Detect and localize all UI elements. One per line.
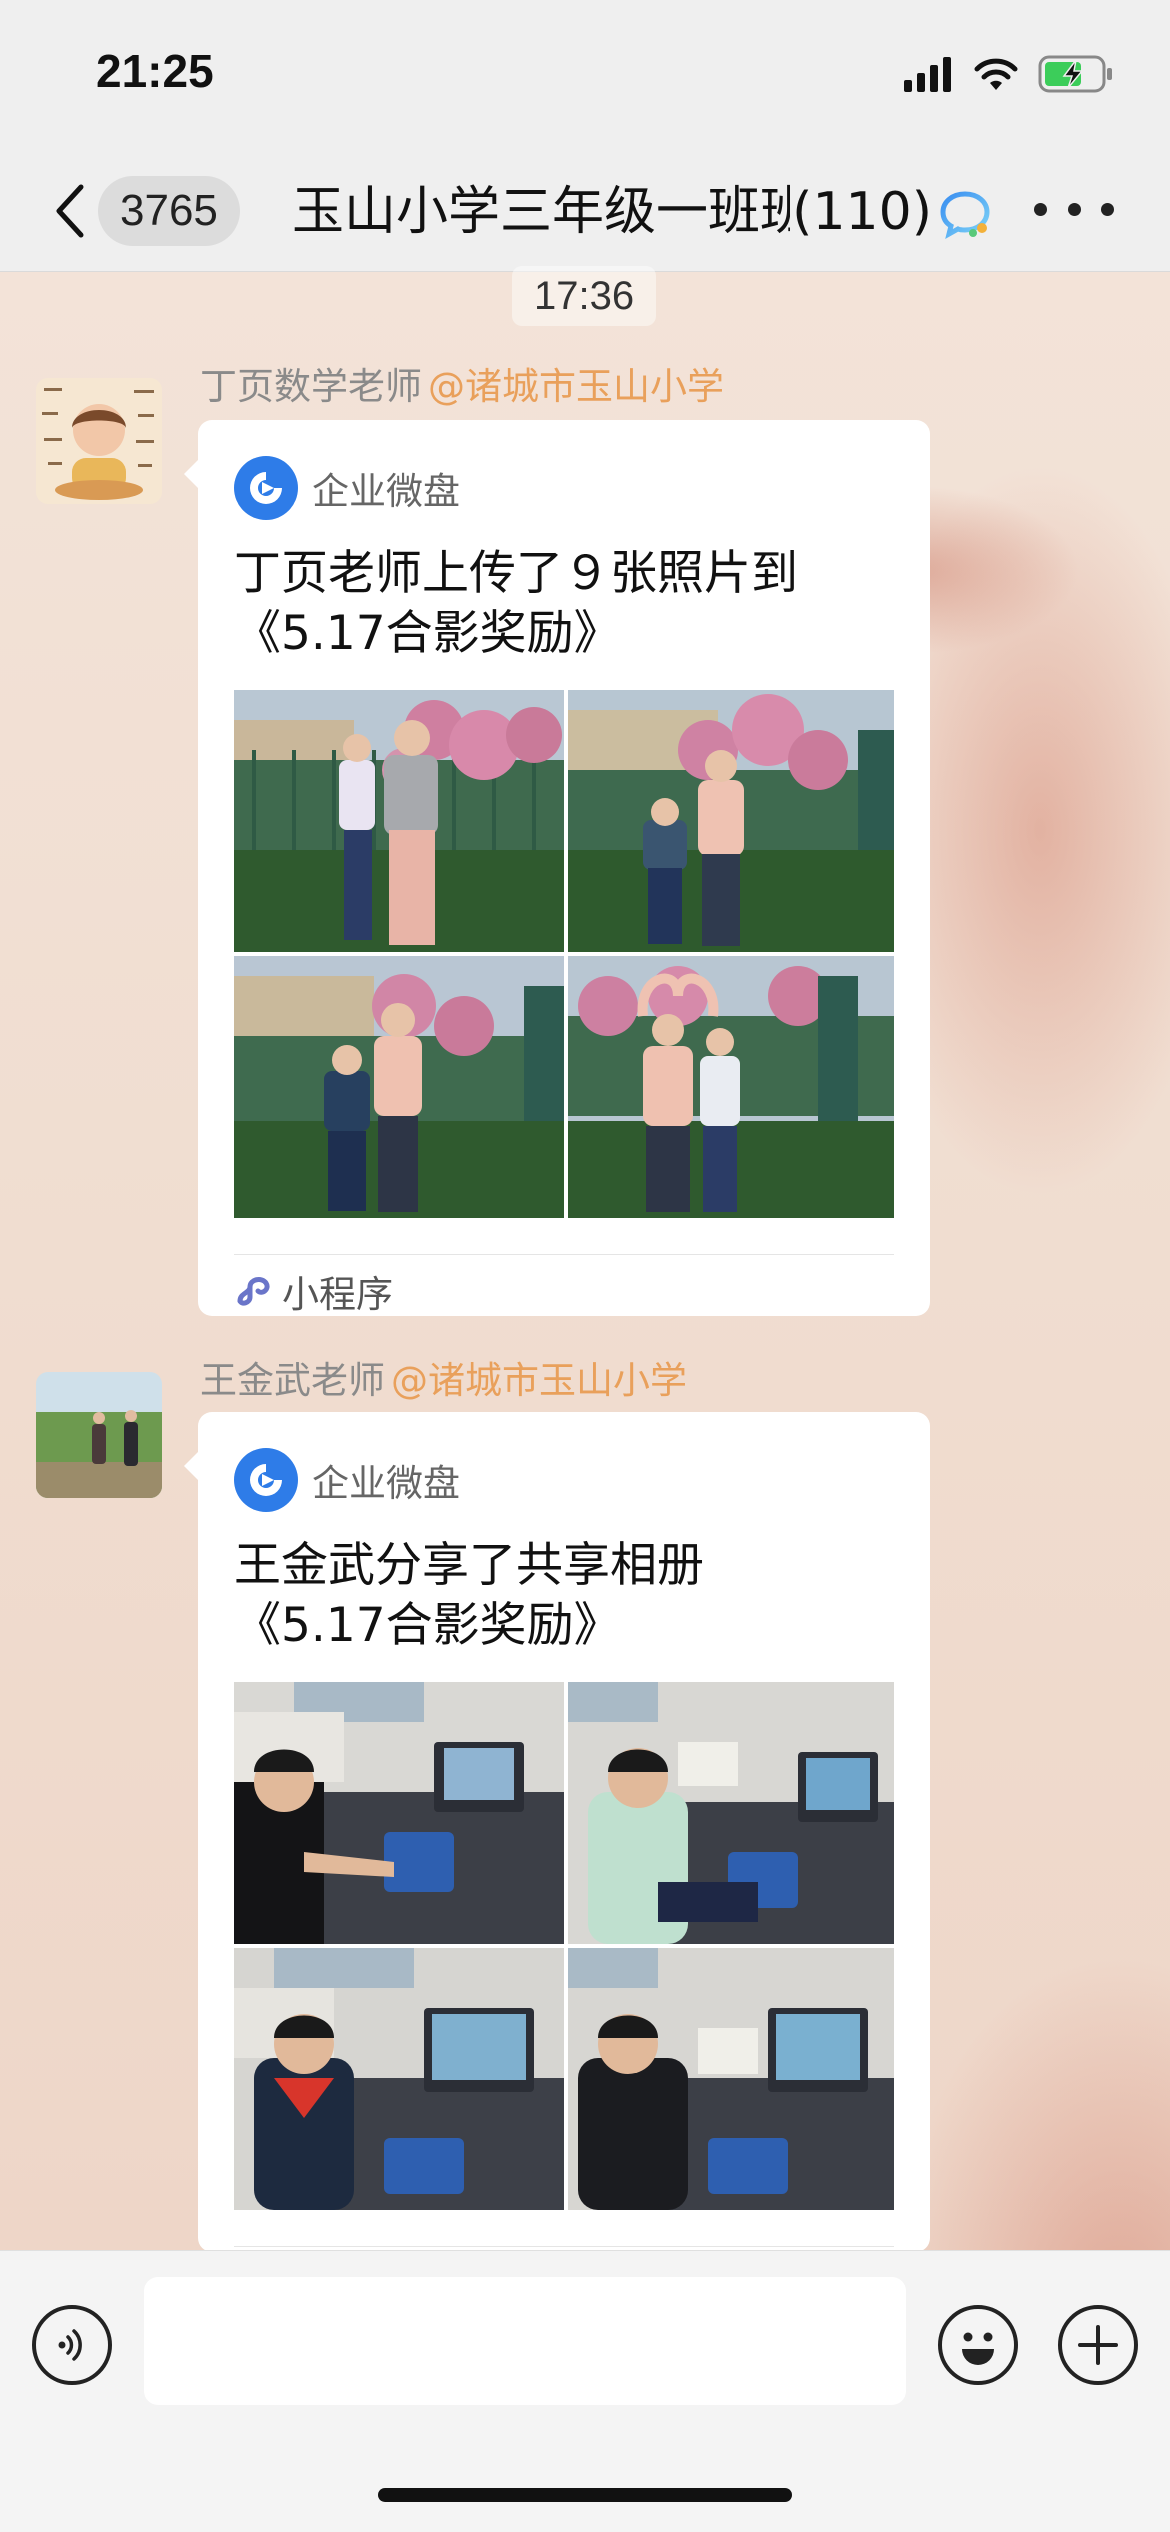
sender-line: 王金武老师 @诸城市玉山小学 xyxy=(200,1356,687,1406)
more-dot xyxy=(1034,202,1047,216)
sender-name: 丁页数学老师 xyxy=(200,365,422,408)
card-title-line: 《5.17合影奖励》 xyxy=(234,606,621,661)
photo-image xyxy=(568,1682,894,1944)
sender-org: @诸城市玉山小学 xyxy=(391,1359,687,1402)
card-footer: 小程序 xyxy=(234,1254,894,1316)
sender-org: @诸城市玉山小学 xyxy=(428,365,724,408)
photo-thumbnail[interactable] xyxy=(234,1948,564,2210)
message-timestamp: 17:36 xyxy=(512,266,657,326)
voice-button[interactable] xyxy=(32,2305,112,2385)
photo-thumbnail[interactable] xyxy=(234,956,564,1218)
photo-image xyxy=(234,690,564,952)
card-title-line: 王金武分享了共享相册 xyxy=(234,1538,704,1593)
signal-icon xyxy=(904,57,951,92)
shared-album-card[interactable]: 企业微盘 丁页老师上传了９张照片到 《5.17合影奖励》 小程序 xyxy=(184,420,930,1316)
card-title: 丁页老师上传了９张照片到 《5.17合影奖励》 xyxy=(234,544,894,664)
card-title-line: 《5.17合影奖励》 xyxy=(234,1598,621,1653)
chat-title[interactable]: 玉山小学三年级一班班 (110) xyxy=(292,176,932,248)
sender-avatar[interactable] xyxy=(36,378,162,504)
app-name: 企业微盘 xyxy=(312,470,460,513)
card-app-header: 企业微盘 xyxy=(234,456,460,520)
status-icons xyxy=(904,52,1114,96)
photo-image xyxy=(568,690,894,952)
wifi-icon xyxy=(974,58,1018,90)
status-bar: 21:25 xyxy=(0,0,1170,150)
wedrive-logo-icon xyxy=(234,1448,298,1512)
app-name: 企业微盘 xyxy=(312,1462,460,1505)
unread-count-badge[interactable]: 3765 xyxy=(98,176,240,246)
message-input[interactable] xyxy=(144,2277,906,2405)
more-dot xyxy=(1101,202,1114,216)
more-button[interactable] xyxy=(1034,194,1114,224)
chevron-left-icon xyxy=(56,184,84,238)
shared-album-card[interactable]: 企业微盘 王金武分享了共享相册 《5.17合影奖励》 xyxy=(184,1412,930,2252)
chat-title-text: 玉山小学三年级一班班 xyxy=(292,182,813,242)
photo-image xyxy=(568,1948,894,2210)
plus-button[interactable] xyxy=(1058,2305,1138,2385)
photo-thumbnail[interactable] xyxy=(234,690,564,952)
photo-grid xyxy=(234,1682,894,2210)
emoji-button[interactable] xyxy=(938,2305,1018,2385)
back-button[interactable] xyxy=(40,178,100,244)
sender-avatar[interactable] xyxy=(36,1372,162,1498)
photo-image xyxy=(568,956,894,1218)
card-app-header: 企业微盘 xyxy=(234,1448,460,1512)
photo-thumbnail[interactable] xyxy=(568,956,894,1218)
photo-thumbnail[interactable] xyxy=(568,690,894,952)
member-count: (110) xyxy=(790,176,932,248)
sender-name: 王金武老师 xyxy=(200,1359,385,1402)
chat-bubble-icon[interactable] xyxy=(938,186,992,240)
status-time: 21:25 xyxy=(96,45,214,97)
photo-thumbnail[interactable] xyxy=(568,1682,894,1944)
plus-icon xyxy=(1078,2325,1118,2365)
emoji-icon xyxy=(962,2332,994,2365)
chat-header: 3765 玉山小学三年级一班班 (110) xyxy=(0,150,1170,272)
more-dot xyxy=(1067,202,1081,216)
photo-image xyxy=(234,1948,564,2210)
sender-line: 丁页数学老师 @诸城市玉山小学 xyxy=(200,362,724,412)
avatar-photo xyxy=(36,1372,162,1498)
card-title: 王金武分享了共享相册 《5.17合影奖励》 xyxy=(234,1536,894,1656)
photo-thumbnail[interactable] xyxy=(568,1948,894,2210)
photo-grid xyxy=(234,690,894,1218)
photo-thumbnail[interactable] xyxy=(234,1682,564,1944)
photo-image xyxy=(234,956,564,1218)
avatar-illustration xyxy=(36,378,162,504)
wedrive-logo-icon xyxy=(234,456,298,520)
mini-program-icon xyxy=(237,1277,270,1306)
mini-program-text: 小程序 xyxy=(282,1273,393,1316)
battery-icon xyxy=(1038,55,1112,93)
home-indicator[interactable] xyxy=(378,2488,792,2502)
mini-program-label[interactable]: 小程序 xyxy=(234,1265,393,1317)
card-title-line: 丁页老师上传了９张照片到 xyxy=(234,546,798,601)
photo-image xyxy=(234,1682,564,1944)
voice-icon xyxy=(58,2329,82,2361)
